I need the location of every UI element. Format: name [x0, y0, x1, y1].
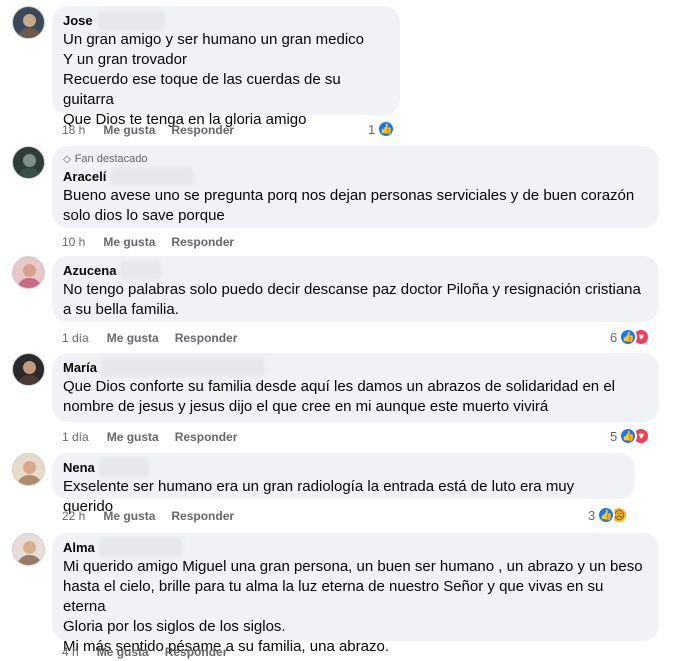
reply-button[interactable]: Responder — [171, 235, 234, 249]
comment-author[interactable]: Nena — [63, 460, 95, 475]
avatar[interactable] — [12, 6, 45, 39]
avatar[interactable] — [12, 146, 45, 179]
reaction-summary[interactable]: 3 👍 ☹ — [588, 506, 629, 524]
reply-button[interactable]: Responder — [175, 430, 238, 444]
comment-author[interactable]: Jose — [63, 13, 93, 28]
diamond-icon: ◇ — [63, 153, 71, 165]
reply-button[interactable]: Responder — [175, 331, 238, 345]
reaction-count: 3 — [588, 507, 596, 523]
comment-author[interactable]: Aracelí — [63, 169, 106, 184]
avatar[interactable] — [12, 533, 45, 566]
like-button[interactable]: Me gusta — [103, 235, 155, 249]
like-button[interactable]: Me gusta — [97, 645, 149, 659]
like-button[interactable]: Me gusta — [103, 123, 155, 137]
avatar[interactable] — [12, 256, 45, 289]
like-button[interactable]: Me gusta — [103, 509, 155, 523]
comment-author[interactable]: Alma — [63, 540, 95, 555]
comment-time[interactable]: 10 h — [62, 235, 85, 249]
reply-button[interactable]: Responder — [165, 645, 228, 659]
comment-author[interactable]: Azucena — [63, 263, 116, 278]
reply-button[interactable]: Responder — [171, 123, 234, 137]
reaction-count: 1 — [368, 121, 376, 137]
reaction-summary[interactable]: 5 👍 ♥ — [610, 427, 651, 445]
reply-button[interactable]: Responder — [171, 509, 234, 523]
reaction-count: 6 — [610, 329, 618, 345]
comment-bubble: María Que Dios conforte su familia desde… — [52, 353, 659, 422]
reaction-summary[interactable]: 6 👍 ♥ — [610, 328, 651, 346]
comment-time[interactable]: 4 h — [62, 645, 79, 659]
comment-bubble: Azucena No tengo palabras solo puedo dec… — [52, 256, 659, 322]
reaction-count: 5 — [610, 428, 618, 444]
comment-bubble: Nena Exselente ser humano era un gran ra… — [52, 453, 635, 515]
comment-bubble: Alma Mi querido amigo Miguel una gran pe… — [52, 533, 659, 655]
top-fan-badge: ◇ Fan destacado — [63, 153, 148, 165]
reaction-summary[interactable]: 1 👍 — [368, 120, 396, 138]
comment-time[interactable]: 1 día — [62, 331, 89, 345]
comment-time[interactable]: 18 h — [62, 123, 85, 137]
comment-time[interactable]: 22 h — [62, 509, 85, 523]
comment-text: No tengo palabras solo puedo decir desca… — [63, 281, 641, 318]
comment-bubble: ◇ Fan destacado Aracelí Bueno avese uno s… — [52, 146, 659, 228]
comment-time[interactable]: 1 día — [62, 430, 89, 444]
comment-text: Mi querido amigo Miguel una gran persona… — [63, 558, 643, 655]
avatar[interactable] — [12, 453, 45, 486]
comment-bubble: Jose Un gran amigo y ser humano un gran … — [52, 6, 400, 128]
comment-text: Un gran amigo y ser humano un gran medic… — [63, 31, 364, 128]
comment-text: Que Dios conforte su familia desde aquí … — [63, 378, 615, 415]
comment-author[interactable]: María — [63, 360, 97, 375]
like-button[interactable]: Me gusta — [107, 331, 159, 345]
thumbs-up-icon: 👍 — [377, 120, 396, 138]
avatar[interactable] — [12, 353, 45, 386]
comment-text: Bueno avese uno se pregunta porq nos dej… — [63, 187, 635, 224]
like-button[interactable]: Me gusta — [107, 430, 159, 444]
